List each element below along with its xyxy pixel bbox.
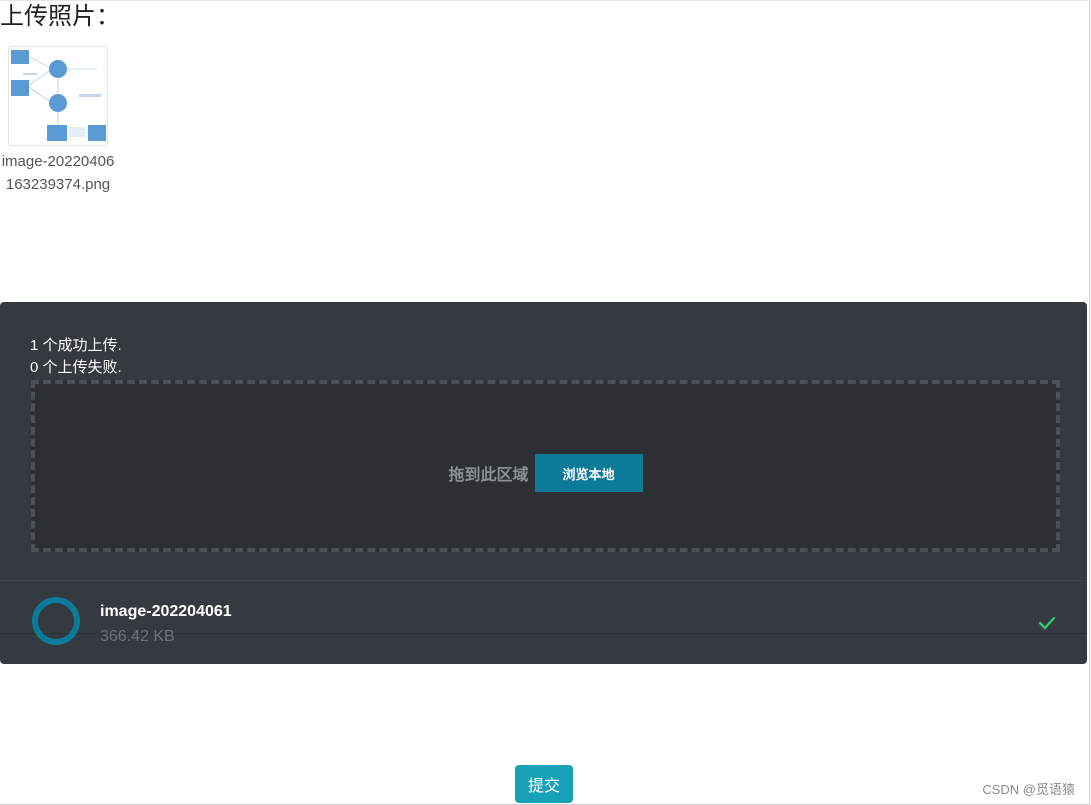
- upload-status: 1 个成功上传. 0 个上传失败.: [30, 335, 122, 379]
- upload-success-count: 1 个成功上传.: [30, 337, 122, 354]
- watermark: CSDN @觅语猿: [982, 782, 1075, 797]
- file-name-label: image-20220406163239374.png: [1, 153, 115, 193]
- upload-panel: 1 个成功上传. 0 个上传失败. 拖到此区域 浏览本地 image-20220…: [0, 302, 1087, 664]
- file-thumbnail[interactable]: [8, 46, 108, 146]
- drop-label: 拖到此区域: [448, 467, 529, 484]
- check-icon: [1038, 616, 1056, 630]
- upload-failed-count: 0 个上传失败.: [30, 359, 122, 376]
- diagram-thumbnail-image: [9, 47, 107, 145]
- drop-zone-content: 拖到此区域 浏览本地: [35, 454, 1056, 492]
- upload-file-size: 366.42 KB: [100, 628, 175, 645]
- page-title: 上传照片：: [0, 3, 120, 30]
- uploaded-file-card[interactable]: image-20220406163239374.png: [2, 46, 114, 196]
- progress-ring-icon: [32, 597, 80, 645]
- drop-zone[interactable]: 拖到此区域 浏览本地: [31, 380, 1060, 552]
- browse-local-button[interactable]: 浏览本地: [534, 454, 643, 492]
- upload-file-name: image-202204061: [100, 603, 232, 620]
- upload-file-row: image-202204061 366.42 KB: [0, 581, 1087, 664]
- submit-button[interactable]: 提交: [515, 765, 573, 803]
